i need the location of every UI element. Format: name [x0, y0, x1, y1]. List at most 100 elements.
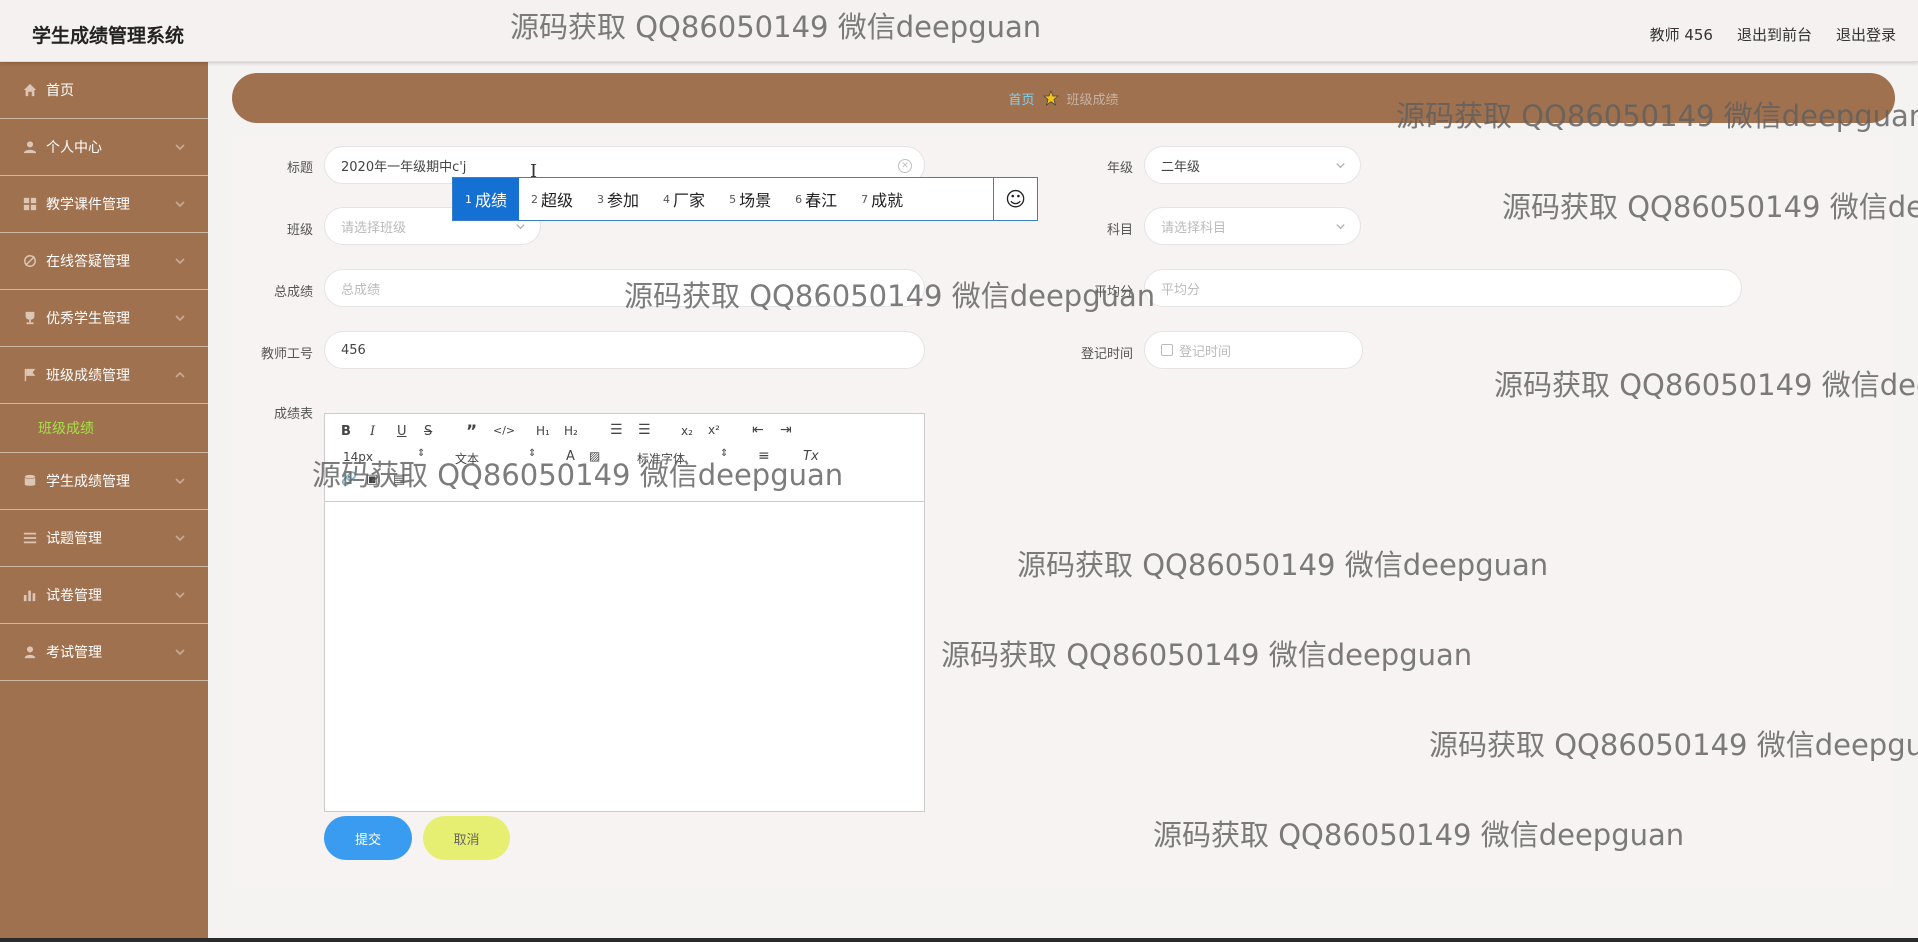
grade-select[interactable]: 二年级	[1144, 146, 1361, 184]
sidebar-item-online-qa[interactable]: 在线答疑管理	[0, 233, 208, 290]
chevron-down-icon	[174, 255, 186, 267]
cancel-button[interactable]: 取消	[423, 816, 510, 860]
chevron-down-icon	[174, 589, 186, 601]
bullet-list-icon[interactable]: ☰	[638, 422, 651, 438]
italic-icon[interactable]: I	[370, 424, 375, 439]
ime-candidate-6[interactable]: 6 春江	[783, 178, 849, 220]
font-size-select[interactable]: 14px	[343, 450, 373, 464]
bold-icon[interactable]: B	[341, 424, 351, 439]
teacher-id-input[interactable]: 456	[324, 331, 925, 369]
logout-link[interactable]: 退出登录	[1836, 24, 1896, 45]
superscript-icon[interactable]: x²	[708, 423, 720, 437]
sidebar-subitem-class-scores[interactable]: 班级成绩	[0, 404, 208, 453]
font-family-select[interactable]: 标准字体	[637, 450, 685, 467]
rich-text-editor: B I U S ” </> H₁ H₂ ☰ ☰ x₂ x² ⇤ ⇥ 14px ⇕…	[324, 413, 925, 812]
sidebar-item-label: 试卷管理	[46, 588, 102, 604]
register-time-label: 登记时间	[1080, 347, 1133, 362]
sidebar-item-label: 试题管理	[46, 531, 102, 547]
flag-icon	[22, 367, 38, 383]
ordered-list-icon[interactable]: ☰	[610, 422, 623, 438]
title-label: 标题	[286, 161, 313, 176]
editor-content-area[interactable]	[325, 502, 924, 812]
sidebar-item-label: 教学课件管理	[46, 197, 130, 213]
title-input-value: 2020年一年级期中c'j	[341, 159, 467, 175]
indent-icon[interactable]: ⇥	[780, 422, 792, 438]
total-score-placeholder: 总成绩	[341, 282, 381, 298]
exit-to-frontend-link[interactable]: 退出到前台	[1737, 24, 1812, 45]
ime-candidate-bar: 1 成绩 2 超级 3 参加 4 厂家 5 场景 6 春江 7 成就 ☺	[452, 177, 1038, 221]
sidebar-item-papers-mgmt[interactable]: 试卷管理	[0, 567, 208, 624]
top-nav: 教师 456 退出到前台 退出登录	[1650, 24, 1896, 45]
grade-select-value: 二年级	[1161, 159, 1201, 175]
sidebar-item-questions-mgmt[interactable]: 试题管理	[0, 510, 208, 567]
sidebar-item-courseware[interactable]: 教学课件管理	[0, 176, 208, 233]
breadcrumb-home-link[interactable]: 首页	[1008, 89, 1034, 108]
person-icon	[22, 644, 38, 660]
clear-icon[interactable]: ✕	[898, 159, 912, 173]
chevron-updown-icon: ⇕	[528, 448, 537, 459]
code-icon[interactable]: </>	[493, 424, 515, 437]
chevron-down-icon	[1335, 160, 1346, 171]
chevron-down-icon	[174, 646, 186, 658]
app-title: 学生成绩管理系统	[32, 25, 185, 47]
ime-candidate-1[interactable]: 1 成绩	[453, 178, 520, 220]
chevron-down-icon	[174, 198, 186, 210]
video-icon[interactable]: ▤	[393, 472, 405, 487]
outdent-icon[interactable]: ⇤	[752, 422, 764, 438]
quote-icon[interactable]: ”	[466, 422, 477, 442]
ime-candidate-4[interactable]: 4 厂家	[651, 178, 717, 220]
align-icon[interactable]: ≡	[758, 448, 770, 464]
sidebar-item-label: 优秀学生管理	[46, 311, 130, 327]
total-score-label: 总成绩	[273, 285, 313, 300]
average-label: 平均分	[1093, 285, 1133, 300]
register-time-input[interactable]: 登记时间	[1144, 331, 1363, 369]
text-style-select[interactable]: 文本	[455, 450, 479, 467]
subscript-icon[interactable]: x₂	[681, 424, 693, 438]
chevron-up-icon	[174, 369, 186, 381]
sidebar-item-home[interactable]: 首页	[0, 62, 208, 119]
submit-button[interactable]: 提交	[324, 816, 412, 860]
score-table-label: 成绩表	[273, 407, 313, 422]
sidebar-item-class-scores-mgmt[interactable]: 班级成绩管理	[0, 347, 208, 404]
strike-icon[interactable]: S	[424, 424, 432, 439]
chevron-down-icon	[174, 532, 186, 544]
subject-label: 科目	[1106, 223, 1133, 238]
font-color-icon[interactable]: A	[566, 449, 575, 464]
sidebar-item-student-scores-mgmt[interactable]: 学生成绩管理	[0, 453, 208, 510]
chevron-down-icon	[174, 475, 186, 487]
sidebar-item-exams-mgmt[interactable]: 考试管理	[0, 624, 208, 681]
total-score-input[interactable]: 总成绩	[324, 269, 925, 307]
editor-toolbar: B I U S ” </> H₁ H₂ ☰ ☰ x₂ x² ⇤ ⇥ 14px ⇕…	[325, 414, 924, 502]
ime-candidate-5[interactable]: 5 场景	[717, 178, 783, 220]
bar-chart-icon	[22, 587, 38, 603]
smiley-icon[interactable]: ☺	[993, 178, 1037, 220]
grid-icon	[22, 196, 38, 212]
image-icon[interactable]: ▣	[366, 472, 378, 487]
sidebar-item-personal-center[interactable]: 个人中心	[0, 119, 208, 176]
link-icon[interactable]: 🔗	[341, 472, 357, 487]
average-placeholder: 平均分	[1161, 282, 1201, 298]
breadcrumb: 首页 班级成绩	[232, 73, 1895, 123]
sidebar-item-label: 首页	[46, 83, 74, 99]
database-icon	[22, 473, 38, 489]
sidebar: 首页 个人中心 教学课件管理 在线答疑管理 优秀学生管理 班级成绩管理 班级成绩…	[0, 62, 208, 942]
sidebar-item-label: 考试管理	[46, 645, 102, 661]
heading2-icon[interactable]: H₂	[564, 424, 578, 438]
ime-candidate-2[interactable]: 2 超级	[519, 178, 585, 220]
ime-candidate-7[interactable]: 7 成就	[849, 178, 915, 220]
top-header: 学生成绩管理系统 教师 456 退出到前台 退出登录	[0, 0, 1918, 62]
sidebar-item-excellent-students[interactable]: 优秀学生管理	[0, 290, 208, 347]
ime-candidate-3[interactable]: 3 参加	[585, 178, 651, 220]
heading1-icon[interactable]: H₁	[536, 424, 550, 438]
underline-icon[interactable]: U	[397, 424, 407, 439]
average-input[interactable]: 平均分	[1144, 269, 1742, 307]
clear-format-icon[interactable]: Tx	[803, 449, 819, 464]
background-color-icon[interactable]: ▨	[589, 449, 600, 463]
register-time-placeholder: 登记时间	[1179, 344, 1232, 360]
subject-select[interactable]: 请选择科目	[1144, 207, 1361, 245]
breadcrumb-current: 班级成绩	[1066, 92, 1119, 108]
chevron-updown-icon: ⇕	[417, 448, 426, 459]
sidebar-item-label: 班级成绩管理	[46, 368, 130, 384]
grade-label: 年级	[1106, 161, 1133, 176]
chevron-updown-icon: ⇕	[720, 448, 729, 459]
